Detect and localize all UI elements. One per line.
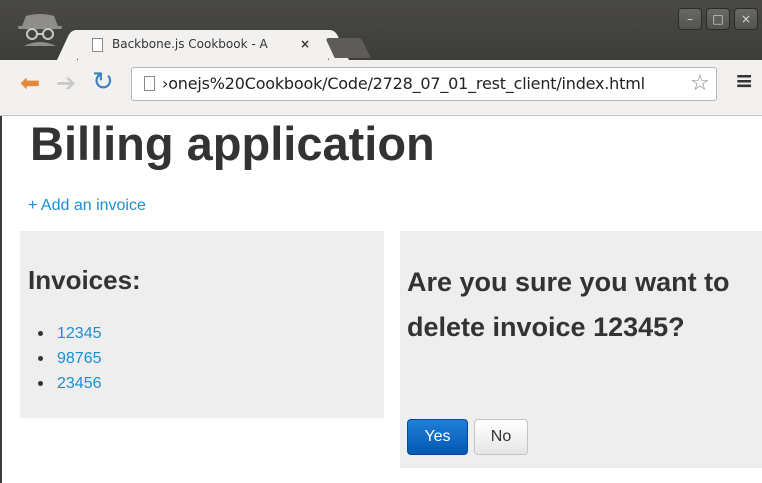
bullet [38,331,43,336]
back-arrow-icon[interactable]: ⬅ [20,71,40,95]
star-icon[interactable]: ☆ [690,71,710,97]
invoice-link[interactable]: 23456 [57,375,102,393]
bullet [38,381,43,386]
window-controls: – □ × [678,8,758,30]
window-border [0,116,2,483]
no-button[interactable]: No [474,419,528,455]
incognito-icon [18,14,62,46]
menu-icon[interactable]: ≡ [735,70,753,94]
forward-arrow-icon[interactable]: ➔ [56,71,76,95]
yes-button[interactable]: Yes [407,419,468,455]
page-icon [144,76,155,91]
reload-icon[interactable]: ↻ [92,68,114,96]
add-invoice-link[interactable]: + Add an invoice [28,197,146,215]
invoice-list: 12345 98765 23456 [38,321,102,396]
address-bar[interactable]: ›onejs%20Cookbook/Code/2728_07_01_rest_c… [131,67,717,101]
minimize-button[interactable]: – [678,8,702,30]
url-text[interactable]: ›onejs%20Cookbook/Code/2728_07_01_rest_c… [162,74,692,93]
maximize-button[interactable]: □ [706,8,730,30]
page-title: Billing application [30,117,435,170]
delete-confirm-heading: Are you sure you want to delete invoice … [407,267,730,342]
list-item: 98765 [38,346,102,371]
invoices-heading: Invoices: [28,265,141,295]
bullet [38,356,43,361]
list-item: 12345 [38,321,102,346]
browser-tab[interactable]: Backbone.js Cookbook - A × [78,30,328,60]
tab-close-icon[interactable]: × [300,37,310,51]
tab-title: Backbone.js Cookbook - A [112,37,268,51]
list-item: 23456 [38,371,102,396]
invoice-link[interactable]: 98765 [57,350,102,368]
page-icon [92,38,103,52]
browser-title-bar: Backbone.js Cookbook - A × – □ × [0,0,762,68]
close-window-button[interactable]: × [734,8,758,30]
invoice-link[interactable]: 12345 [57,325,102,343]
